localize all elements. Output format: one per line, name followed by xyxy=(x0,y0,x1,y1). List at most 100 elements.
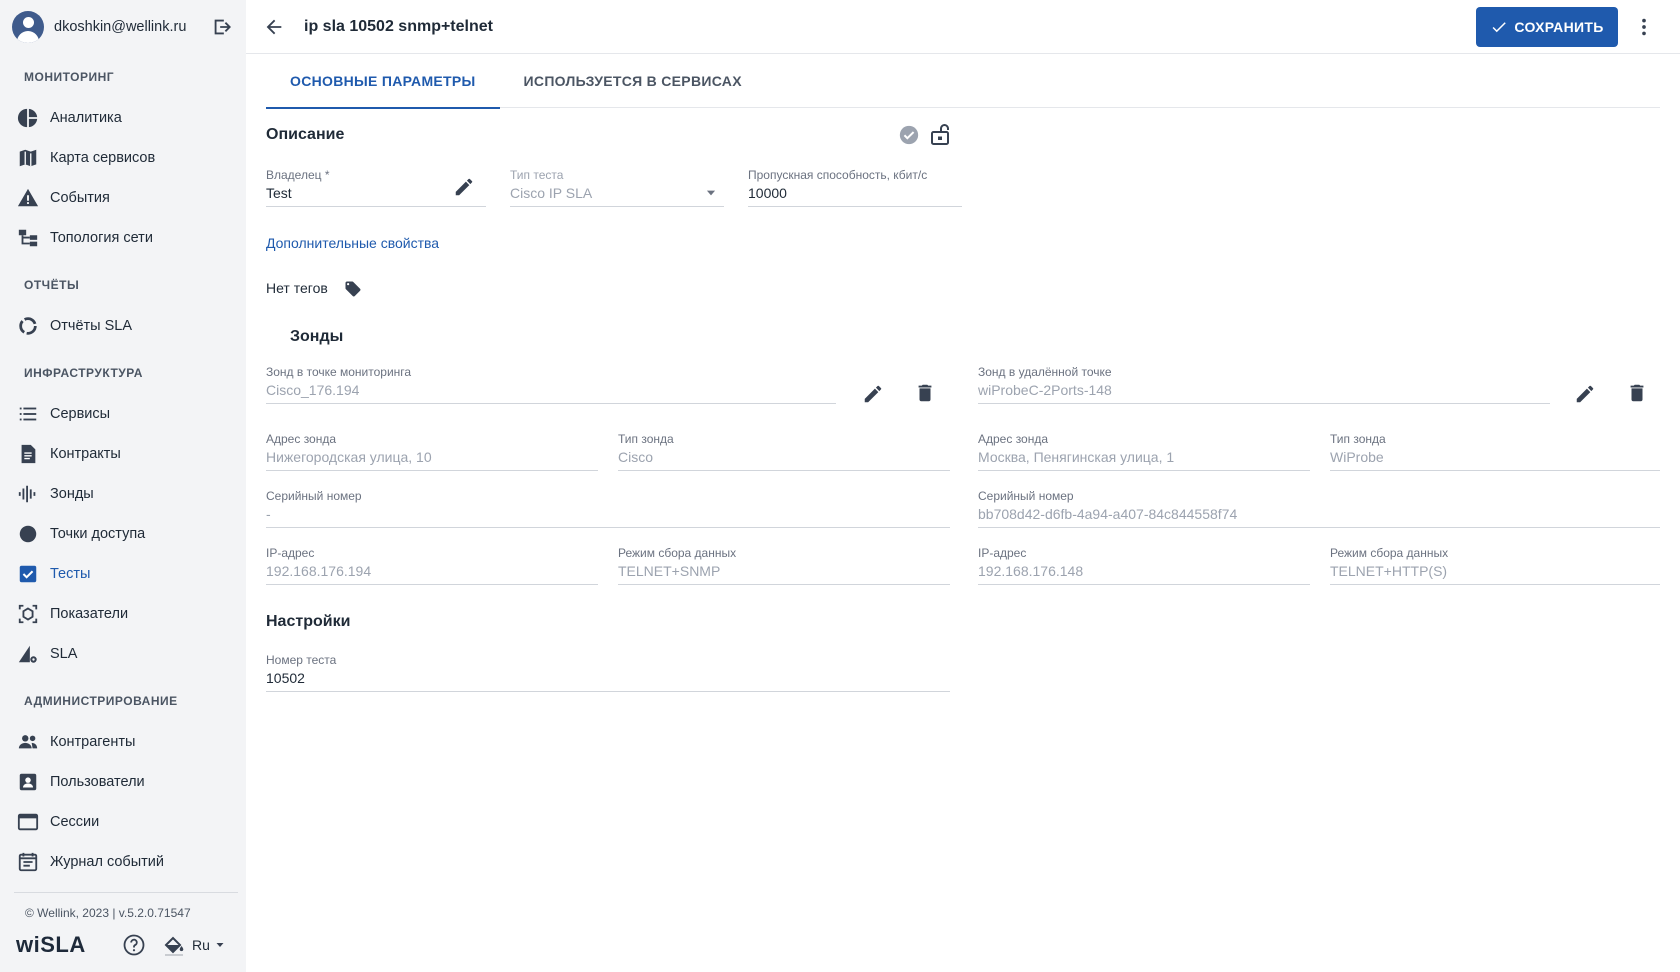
sidebar-item-label: Точки доступа xyxy=(50,526,146,542)
divider xyxy=(14,892,238,893)
tag-icon[interactable] xyxy=(344,280,362,303)
sla-icon xyxy=(16,642,40,666)
sidebar-item-label: Аналитика xyxy=(50,110,122,126)
back-arrow-icon[interactable] xyxy=(262,15,286,39)
pie-chart-icon xyxy=(16,106,40,130)
sidebar-item-analytics[interactable]: Аналитика xyxy=(0,98,246,138)
tab-main-params[interactable]: ОСНОВНЫЕ ПАРАМЕТРЫ xyxy=(266,54,500,109)
sidebar-item-label: События xyxy=(50,190,110,206)
edit-icon[interactable] xyxy=(862,383,884,410)
bandwidth-label: Пропускная способность, кбит/с xyxy=(748,168,928,182)
user-card-icon xyxy=(16,770,40,794)
local-ip-field: 192.168.176.194 xyxy=(266,563,372,579)
sidebar-item-event-log[interactable]: Журнал событий xyxy=(0,842,246,882)
sidebar-item-contracts[interactable]: Контракты xyxy=(0,434,246,474)
local-type-label: Тип зонда xyxy=(618,432,674,446)
sidebar-item-users[interactable]: Пользователи xyxy=(0,762,246,802)
test-type-label: Тип теста xyxy=(510,168,564,182)
probes-title: Зонды xyxy=(290,328,344,345)
local-mode-field: TELNET+SNMP xyxy=(618,563,721,579)
local-serial-label: Серийный номер xyxy=(266,489,362,503)
remote-ip-label: IP-адрес xyxy=(978,546,1027,560)
edit-icon[interactable] xyxy=(453,176,475,203)
sidebar-item-metrics[interactable]: Показатели xyxy=(0,594,246,634)
sidebar-item-label: Сессии xyxy=(50,814,100,830)
sidebar-item-access-points[interactable]: Точки доступа xyxy=(0,514,246,554)
bandwidth-field[interactable]: 10000 xyxy=(748,185,787,201)
sidebar-item-services[interactable]: Сервисы xyxy=(0,394,246,434)
bandwidth-underline xyxy=(748,206,962,207)
sidebar-item-tests[interactable]: Тесты xyxy=(0,554,246,594)
logo: wiSLA xyxy=(16,932,86,957)
sidebar-item-label: Контрагенты xyxy=(50,734,136,750)
remote-address-field: Москва, Пенягинская улица, 1 xyxy=(978,449,1175,465)
main-panel: ip sla 10502 snmp+telnet СОХРАНИТЬ ОСНОВ… xyxy=(246,0,1680,972)
sidebar-item-sessions[interactable]: Сессии xyxy=(0,802,246,842)
dropdown-arrow-icon xyxy=(704,186,718,205)
circle-icon xyxy=(16,522,40,546)
remote-probe-label: Зонд в удалённой точке xyxy=(978,365,1112,379)
remote-ip-underline xyxy=(978,584,1310,585)
check-circle-icon[interactable] xyxy=(898,124,920,151)
language-value: Ru xyxy=(192,937,210,953)
sidebar-item-label: Журнал событий xyxy=(50,854,164,870)
chevron-down-icon xyxy=(214,939,226,951)
local-mode-underline xyxy=(618,584,950,585)
paint-bucket-icon[interactable] xyxy=(162,933,186,957)
sidebar-item-service-map[interactable]: Карта сервисов xyxy=(0,138,246,178)
help-icon[interactable] xyxy=(122,933,146,957)
delete-icon[interactable] xyxy=(1626,382,1648,409)
delete-icon[interactable] xyxy=(914,382,936,409)
remote-mode-underline xyxy=(1330,584,1660,585)
sidebar-item-label: Топология сети xyxy=(50,230,153,246)
user-panel: dkoshkin@wellink.ru xyxy=(0,0,246,54)
sidebar-item-topology[interactable]: Топология сети xyxy=(0,218,246,258)
language-select[interactable]: Ru xyxy=(192,937,226,953)
local-type-underline xyxy=(618,470,950,471)
logout-icon[interactable] xyxy=(210,15,234,39)
local-probe-label: Зонд в точке мониторинга xyxy=(266,365,412,379)
save-button[interactable]: СОХРАНИТЬ xyxy=(1476,6,1618,47)
user-email: dkoshkin@wellink.ru xyxy=(54,19,187,35)
edit-icon[interactable] xyxy=(1574,383,1596,410)
save-button-label: СОХРАНИТЬ xyxy=(1514,18,1604,35)
sidebar-item-events[interactable]: События xyxy=(0,178,246,218)
tab-used-in-services[interactable]: ИСПОЛЬЗУЕТСЯ В СЕРВИСАХ xyxy=(500,54,766,108)
remote-probe-field[interactable]: wiProbeC-2Ports-148 xyxy=(978,382,1112,398)
local-ip-label: IP-адрес xyxy=(266,546,315,560)
sidebar-item-probes[interactable]: Зонды xyxy=(0,474,246,514)
sidebar-item-sla[interactable]: SLA xyxy=(0,634,246,674)
no-tags-text: Нет тегов xyxy=(266,280,328,296)
local-ip-underline xyxy=(266,584,598,585)
owner-field[interactable]: Test xyxy=(266,185,292,201)
owner-underline xyxy=(266,206,486,207)
map-icon xyxy=(16,146,40,170)
remote-type-label: Тип зонда xyxy=(1330,432,1386,446)
tabs: ОСНОВНЫЕ ПАРАМЕТРЫ ИСПОЛЬЗУЕТСЯ В СЕРВИС… xyxy=(266,54,1660,109)
local-type-field: Cisco xyxy=(618,449,654,465)
sidebar-item-label: Контракты xyxy=(50,446,121,462)
remote-address-label: Адрес зонда xyxy=(978,432,1049,446)
sidebar: dkoshkin@wellink.ru МОНИТОРИНГ Аналитика… xyxy=(0,0,246,972)
more-vert-icon[interactable] xyxy=(1624,7,1664,47)
test-number-field[interactable]: 10502 xyxy=(266,670,305,686)
remote-mode-field: TELNET+HTTP(S) xyxy=(1330,563,1448,579)
remote-serial-underline xyxy=(978,527,1660,528)
sidebar-item-sla-reports[interactable]: Отчёты SLA xyxy=(0,306,246,346)
sidebar-item-counterparties[interactable]: Контрагенты xyxy=(0,722,246,762)
lock-open-icon[interactable] xyxy=(928,122,952,151)
sidebar-item-label: Пользователи xyxy=(50,774,145,790)
remote-serial-field: bb708d42-d6fb-4a94-a407-84c844558f74 xyxy=(978,506,1238,522)
test-type-select[interactable]: Cisco IP SLA xyxy=(510,185,592,201)
avatar-icon[interactable] xyxy=(12,11,44,43)
local-probe-underline xyxy=(266,403,836,404)
sidebar-item-label: Сервисы xyxy=(50,406,111,422)
sidebar-item-label: Показатели xyxy=(50,606,129,622)
page-title: ip sla 10502 snmp+telnet xyxy=(304,17,493,35)
sidebar-item-label: SLA xyxy=(50,646,78,662)
warning-icon xyxy=(16,186,40,210)
list-icon xyxy=(16,402,40,426)
local-probe-field[interactable]: Cisco_176.194 xyxy=(266,382,359,398)
topology-icon xyxy=(16,226,40,250)
extra-properties-link[interactable]: Дополнительные свойства xyxy=(266,235,439,251)
